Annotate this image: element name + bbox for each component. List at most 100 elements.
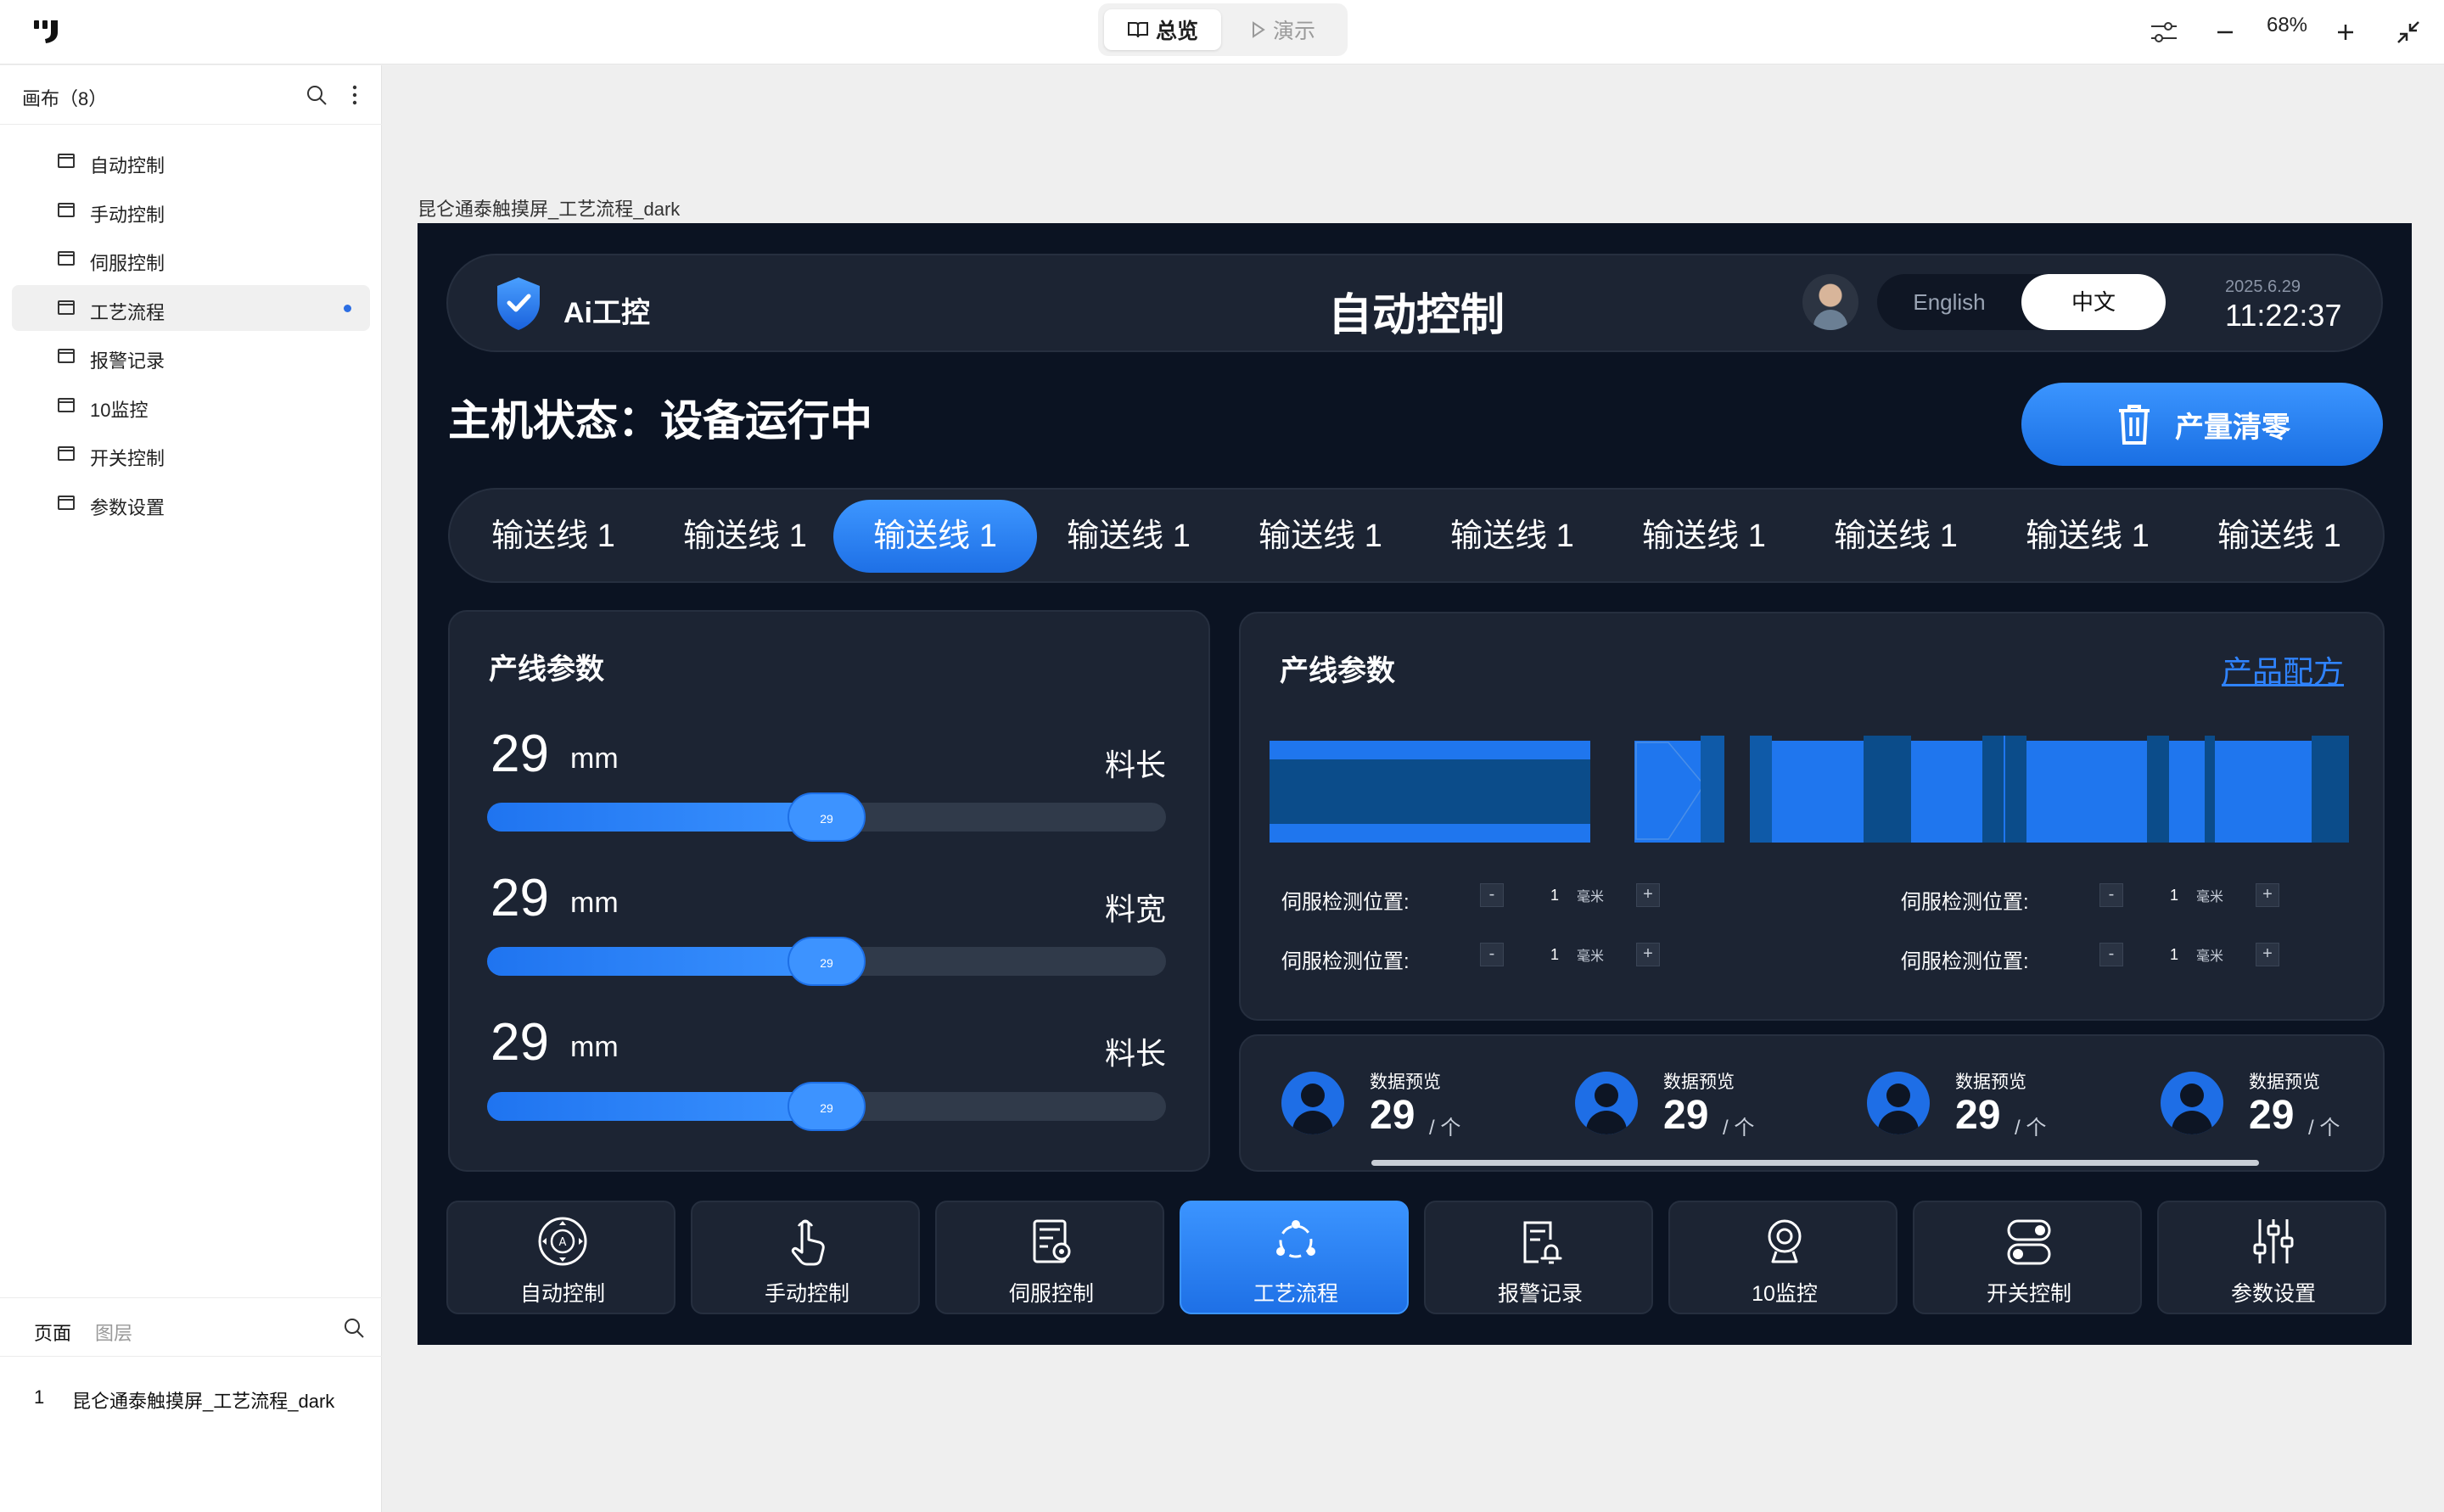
function-label: 开关控制 xyxy=(1986,1282,2071,1306)
lang-english-button[interactable]: English xyxy=(1877,274,2021,330)
width-slider[interactable]: 29 xyxy=(487,937,1166,986)
decrement-button[interactable]: - xyxy=(2099,883,2123,907)
sidebar-item-manual-control[interactable]: 手动控制 xyxy=(12,188,370,233)
tab-conveyor[interactable]: 输送线 1 xyxy=(1602,500,1806,573)
increment-button[interactable]: + xyxy=(2256,943,2279,966)
user-icon xyxy=(1281,1072,1344,1134)
clear-output-label: 产量清零 xyxy=(2175,411,2290,444)
sidebar-item-auto-control[interactable]: 自动控制 xyxy=(12,138,370,184)
avatar[interactable] xyxy=(1802,274,1858,330)
sidebar-item-io-monitor[interactable]: 10监控 xyxy=(12,383,370,428)
lang-chinese-button[interactable]: 中文 xyxy=(2021,274,2166,330)
page-number: 1 xyxy=(34,1386,45,1408)
collapse-button[interactable] xyxy=(2388,12,2429,53)
tab-conveyor[interactable]: 输送线 1 xyxy=(1794,500,1998,573)
function-label: 参数设置 xyxy=(2230,1282,2316,1306)
sidebar-item-label: 工艺流程 xyxy=(90,302,165,323)
conveyor-joint xyxy=(1864,736,1911,843)
line-params-panel: 产线参数 29 mm 料长 29 29 mm 料宽 29 29 mm 料长 29 xyxy=(448,610,1210,1172)
function-button-process-flow[interactable]: 工艺流程 xyxy=(1180,1201,1409,1314)
sidebar-item-alarm-record[interactable]: 报警记录 xyxy=(12,333,370,379)
slider-knob[interactable]: 29 xyxy=(788,1082,866,1131)
conveyor-tabs: 输送线 1 输送线 1 输送线 1 输送线 1 输送线 1 输送线 1 输送线 … xyxy=(448,488,2385,583)
data-preview-card: 数据预览 29 / 个 xyxy=(1281,1068,1536,1153)
servo-position-label: 伺服检测位置: xyxy=(1901,950,2029,973)
slider-knob[interactable]: 29 xyxy=(788,937,866,986)
zoom-level[interactable]: 68% xyxy=(2257,14,2317,37)
slider-knob[interactable]: 29 xyxy=(788,792,866,842)
view-mode-switch: 总览 演示 xyxy=(1098,3,1348,56)
param-name: 料长 xyxy=(1104,748,1166,782)
stat-unit: / 个 xyxy=(2015,1117,2047,1140)
param-name: 料宽 xyxy=(1104,892,1166,927)
length-slider[interactable]: 29 xyxy=(487,1082,1166,1131)
sidebar-item-switch-control[interactable]: 开关控制 xyxy=(12,431,370,477)
tab-conveyor[interactable]: 输送线 1 xyxy=(2178,500,2381,573)
hand-pointer-icon xyxy=(692,1214,922,1268)
canvas-frame-label[interactable]: 昆仑通泰触摸屏_工艺流程_dark xyxy=(418,194,680,221)
sidebar-item-parameter-settings[interactable]: 参数设置 xyxy=(12,480,370,526)
product-recipe-link[interactable]: 产品配方 xyxy=(2222,647,2344,692)
webcam-icon xyxy=(1670,1214,1899,1268)
tab-conveyor-active[interactable]: 输送线 1 xyxy=(833,500,1037,573)
process-flow-icon xyxy=(1181,1214,1410,1268)
tab-conveyor[interactable]: 输送线 1 xyxy=(1410,500,1614,573)
zoom-in-button[interactable] xyxy=(2325,12,2366,53)
function-button-switch-control[interactable]: 开关控制 xyxy=(1913,1201,2142,1314)
function-button-io-monitor[interactable]: 10监控 xyxy=(1668,1201,1897,1314)
tab-conveyor[interactable]: 输送线 1 xyxy=(643,500,847,573)
param-unit: mm xyxy=(570,1031,619,1063)
data-preview-panel: 数据预览 29 / 个 数据预览 29 / 个 数据预览 29 / 个 数据预览… xyxy=(1239,1034,2385,1172)
increment-button[interactable]: + xyxy=(1636,883,1660,907)
sidebar-item-servo-control[interactable]: 伺服控制 xyxy=(12,236,370,282)
zoom-out-button[interactable] xyxy=(2205,12,2245,53)
stat-value: 29 xyxy=(1370,1093,1415,1138)
conveyor-joint xyxy=(1750,736,1772,843)
user-icon xyxy=(1867,1072,1930,1134)
search-icon[interactable] xyxy=(343,1317,365,1339)
horizontal-scrollbar[interactable] xyxy=(1371,1160,2259,1166)
servo-position-label: 伺服检测位置: xyxy=(1281,950,1410,973)
app-logo-icon[interactable] xyxy=(32,17,66,48)
increment-button[interactable]: + xyxy=(1636,943,1660,966)
function-label: 报警记录 xyxy=(1497,1282,1583,1306)
function-button-alarm-record[interactable]: 报警记录 xyxy=(1424,1201,1653,1314)
function-button-servo-control[interactable]: 伺服控制 xyxy=(935,1201,1164,1314)
increment-button[interactable]: + xyxy=(2256,883,2279,907)
function-button-auto-control[interactable]: A 自动控制 xyxy=(446,1201,675,1314)
decrement-button[interactable]: - xyxy=(1480,943,1504,966)
function-label: 10监控 xyxy=(1752,1282,1818,1306)
conveyor-belt xyxy=(1270,759,1590,824)
trash-icon xyxy=(2119,405,2150,445)
function-button-manual-control[interactable]: 手动控制 xyxy=(691,1201,920,1314)
panel-title: 产线参数 xyxy=(1280,655,1395,687)
tab-conveyor[interactable]: 输送线 1 xyxy=(1986,500,2189,573)
stepper-unit: 毫米 xyxy=(2196,890,2224,904)
tab-conveyor[interactable]: 输送线 1 xyxy=(1027,500,1230,573)
function-label: 自动控制 xyxy=(519,1282,605,1306)
more-vertical-icon[interactable] xyxy=(345,84,365,106)
stepper-unit: 毫米 xyxy=(1577,890,1605,904)
current-date: 2025.6.29 xyxy=(2225,277,2301,296)
conveyor-joint xyxy=(2312,736,2349,843)
adjustments-button[interactable] xyxy=(2144,12,2184,53)
sidebar-item-process-flow[interactable]: 工艺流程 xyxy=(12,285,370,331)
tab-layers[interactable]: 图层 xyxy=(95,1319,132,1346)
current-time: 11:22:37 xyxy=(2225,298,2342,333)
tab-conveyor[interactable]: 输送线 1 xyxy=(1219,500,1422,573)
length-slider[interactable]: 29 xyxy=(487,792,1166,842)
param-value: 29 xyxy=(490,1013,549,1072)
toggle-switch-icon xyxy=(1914,1214,2144,1268)
function-button-parameter-settings[interactable]: 参数设置 xyxy=(2157,1201,2386,1314)
page-list-item[interactable]: 昆仑通泰触摸屏_工艺流程_dark xyxy=(72,1386,334,1414)
overview-mode-button[interactable]: 总览 xyxy=(1104,9,1221,50)
search-icon[interactable] xyxy=(306,84,328,106)
present-mode-button[interactable]: 演示 xyxy=(1225,9,1342,50)
tab-pages[interactable]: 页面 xyxy=(34,1319,71,1346)
servo-position-stepper: - 1 毫米 + xyxy=(2099,883,2279,907)
decrement-button[interactable]: - xyxy=(2099,943,2123,966)
clear-output-button[interactable]: 产量清零 xyxy=(2021,383,2383,466)
hmi-screen-frame: Ai工控 自动控制 English 中文 2025.6.29 11:22:37 … xyxy=(418,223,2412,1345)
decrement-button[interactable]: - xyxy=(1480,883,1504,907)
tab-conveyor[interactable]: 输送线 1 xyxy=(451,500,655,573)
